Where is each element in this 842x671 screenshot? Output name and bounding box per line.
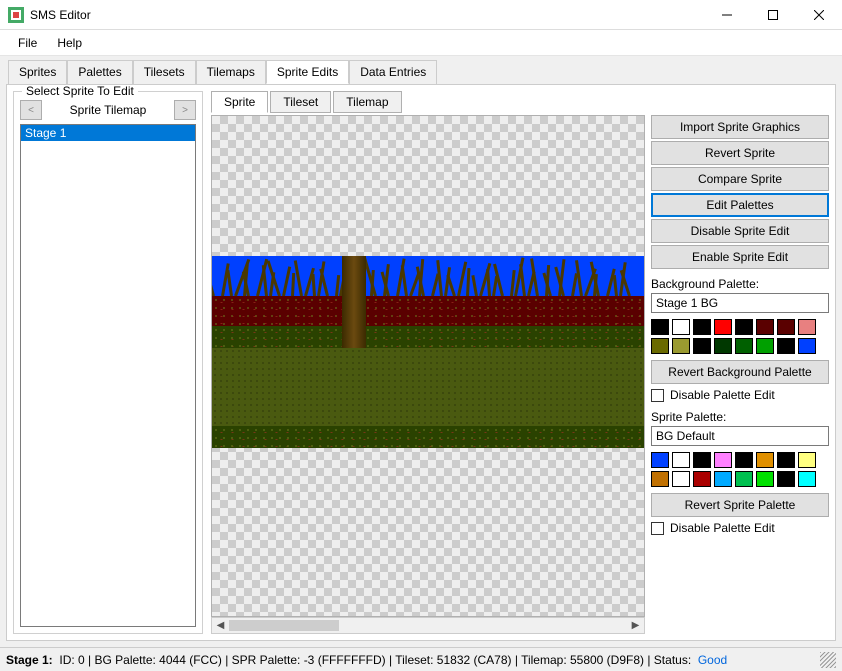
palette-swatch[interactable] [798,471,816,487]
palette-swatch[interactable] [651,452,669,468]
palette-swatch[interactable] [672,452,690,468]
palette-swatch[interactable] [735,471,753,487]
palette-swatch[interactable] [777,471,795,487]
palette-swatch[interactable] [798,319,816,335]
main-tab-sprite-edits[interactable]: Sprite Edits [266,60,349,84]
menu-file[interactable]: File [8,32,47,54]
scroll-left-icon[interactable]: ◀ [212,618,229,633]
main-tab-data-entries[interactable]: Data Entries [349,60,437,84]
palette-swatch[interactable] [651,471,669,487]
status-body: ID: 0 | BG Palette: 4044 (FCC) | SPR Pal… [59,653,691,667]
palette-swatch[interactable] [693,338,711,354]
revert-sprite-button[interactable]: Revert Sprite [651,141,829,165]
palette-swatch[interactable] [777,452,795,468]
palette-swatch[interactable] [672,319,690,335]
content-area: Select Sprite To Edit < Sprite Tilemap >… [6,84,836,641]
group-title: Select Sprite To Edit [22,84,138,98]
bg-palette-name[interactable]: Stage 1 BG [651,293,829,313]
minimize-button[interactable] [704,0,750,30]
palette-swatch[interactable] [714,452,732,468]
disable-sprite-edit-button[interactable]: Disable Sprite Edit [651,219,829,243]
nav-row: < Sprite Tilemap > [20,100,196,120]
close-button[interactable] [796,0,842,30]
sub-tab-tilemap[interactable]: Tilemap [333,91,401,113]
palette-swatch[interactable] [735,338,753,354]
disable-bg-palette-checkbox[interactable] [651,389,664,402]
nav-next-button[interactable]: > [174,100,196,120]
list-item[interactable]: Stage 1 [21,125,195,141]
palette-swatch[interactable] [777,338,795,354]
palette-swatch[interactable] [714,319,732,335]
nav-prev-button[interactable]: < [20,100,42,120]
menu-help[interactable]: Help [47,32,92,54]
window-title: SMS Editor [30,8,704,22]
palette-swatch[interactable] [714,338,732,354]
editor-row: ◀ ▶ Import Sprite Graphics Revert Sprite… [211,115,829,634]
import-sprite-button[interactable]: Import Sprite Graphics [651,115,829,139]
bg-palette-label: Background Palette: [651,277,829,291]
palette-swatch[interactable] [798,452,816,468]
main-tabs: SpritesPalettesTilesetsTilemapsSprite Ed… [0,56,842,84]
menubar: File Help [0,30,842,56]
select-sprite-group: Select Sprite To Edit < Sprite Tilemap >… [13,91,203,634]
left-column: Select Sprite To Edit < Sprite Tilemap >… [13,91,203,634]
revert-sprite-palette-button[interactable]: Revert Sprite Palette [651,493,829,517]
palette-swatch[interactable] [756,338,774,354]
disable-bg-palette-edit-row: Disable Palette Edit [651,388,829,402]
sub-tab-sprite[interactable]: Sprite [211,91,268,113]
maximize-button[interactable] [750,0,796,30]
sprite-palette-name[interactable]: BG Default [651,426,829,446]
titlebar: SMS Editor [0,0,842,30]
palette-swatch[interactable] [798,338,816,354]
horizontal-scrollbar[interactable]: ◀ ▶ [211,617,645,634]
side-panel: Import Sprite Graphics Revert Sprite Com… [651,115,829,634]
revert-bg-palette-button[interactable]: Revert Background Palette [651,360,829,384]
palette-swatch[interactable] [651,338,669,354]
enable-sprite-edit-button[interactable]: Enable Sprite Edit [651,245,829,269]
canvas-wrap: ◀ ▶ [211,115,645,634]
disable-sprite-palette-edit-row: Disable Palette Edit [651,521,829,535]
sprite-palette-swatches [651,452,829,487]
status-prefix: Stage 1: [6,653,53,667]
status-value: Good [698,653,727,667]
main-tab-tilesets[interactable]: Tilesets [133,60,196,84]
palette-swatch[interactable] [672,338,690,354]
palette-swatch[interactable] [756,471,774,487]
resize-grip-icon[interactable] [820,652,836,668]
sub-tab-tileset[interactable]: Tileset [270,91,331,113]
disable-sprite-palette-checkbox[interactable] [651,522,664,535]
palette-swatch[interactable] [714,471,732,487]
palette-swatch[interactable] [777,319,795,335]
palette-swatch[interactable] [693,452,711,468]
disable-bg-palette-label: Disable Palette Edit [670,388,775,402]
sprite-listbox[interactable]: Stage 1 [20,124,196,627]
bg-palette-swatches [651,319,829,354]
palette-swatch[interactable] [672,471,690,487]
scroll-right-icon[interactable]: ▶ [627,618,644,633]
sprite-preview [212,256,644,448]
palette-swatch[interactable] [756,452,774,468]
main-tab-sprites[interactable]: Sprites [8,60,67,84]
palette-swatch[interactable] [693,471,711,487]
sprite-canvas[interactable] [211,115,645,617]
app-icon [8,7,24,23]
palette-swatch[interactable] [756,319,774,335]
main-tab-tilemaps[interactable]: Tilemaps [196,60,266,84]
palette-swatch[interactable] [735,452,753,468]
edit-palettes-button[interactable]: Edit Palettes [651,193,829,217]
sub-tabs: SpriteTilesetTilemap [211,91,829,113]
scroll-thumb[interactable] [229,620,339,631]
right-column: SpriteTilesetTilemap ◀ ▶ [211,91,829,634]
nav-title: Sprite Tilemap [46,103,170,117]
palette-swatch[interactable] [693,319,711,335]
compare-sprite-button[interactable]: Compare Sprite [651,167,829,191]
palette-swatch[interactable] [651,319,669,335]
sprite-palette-label: Sprite Palette: [651,410,829,424]
statusbar: Stage 1: ID: 0 | BG Palette: 4044 (FCC) … [0,647,842,671]
main-tab-palettes[interactable]: Palettes [67,60,132,84]
palette-swatch[interactable] [735,319,753,335]
disable-sprite-palette-label: Disable Palette Edit [670,521,775,535]
